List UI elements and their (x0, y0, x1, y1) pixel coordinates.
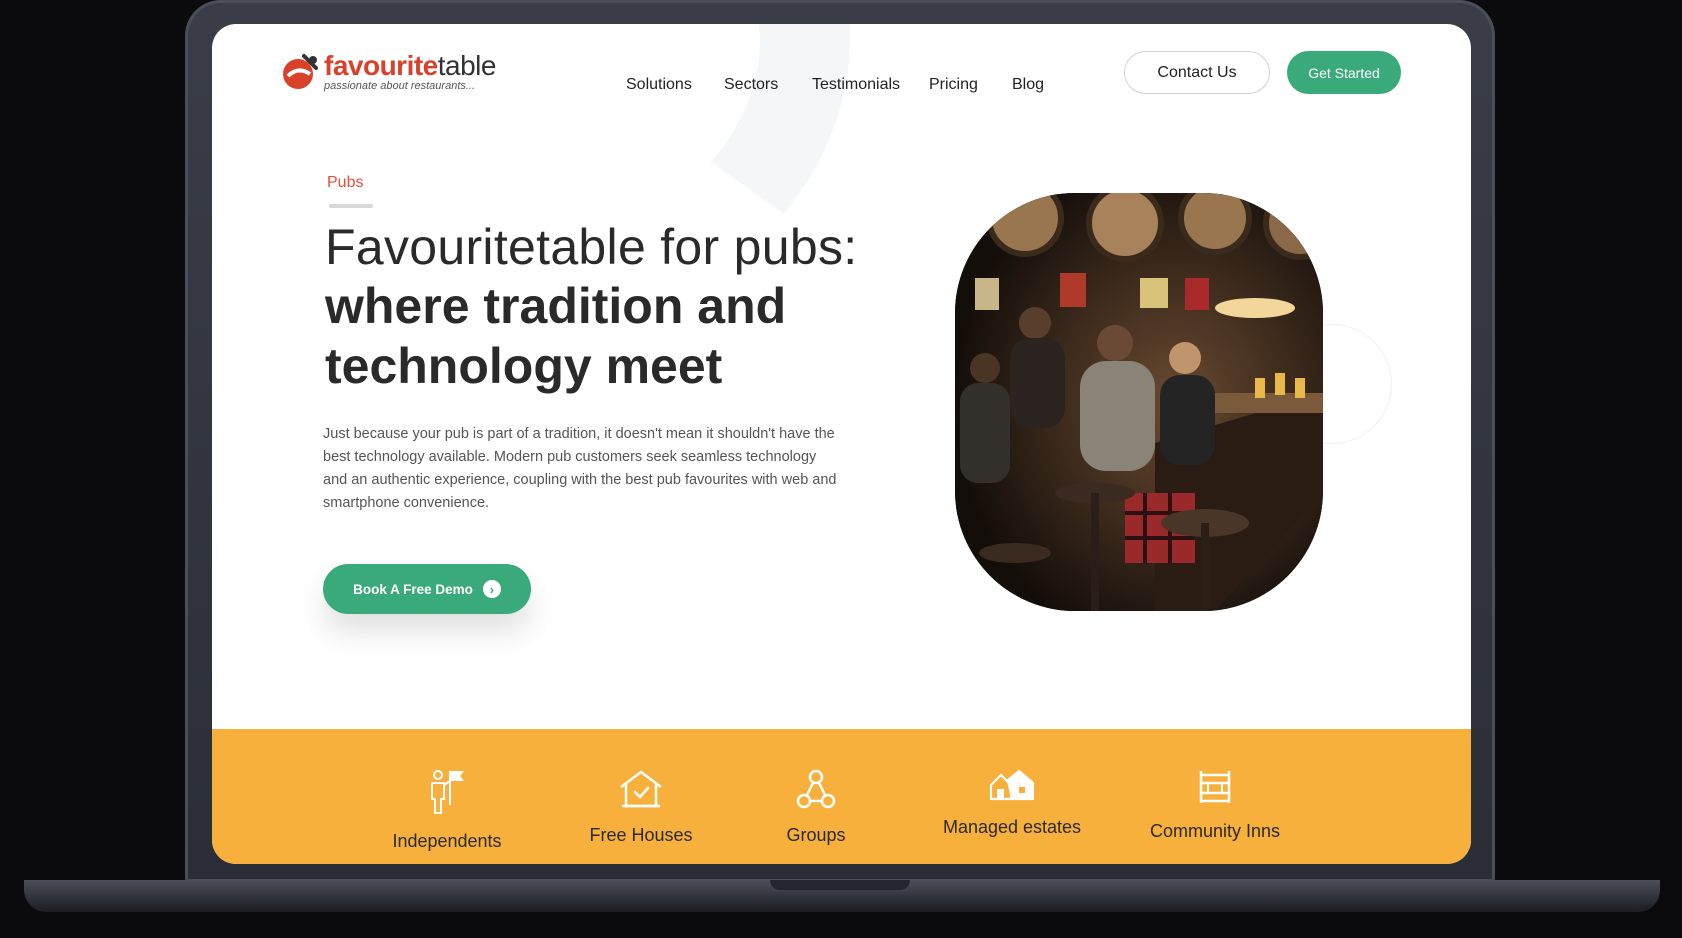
building-icon (1199, 771, 1231, 803)
site-header: favouritetable passionate about restaura… (212, 24, 1471, 124)
nav-pricing[interactable]: Pricing (929, 76, 978, 94)
hero-body-text: Just because your pub is part of a tradi… (323, 425, 837, 511)
get-started-button[interactable]: Get Started (1287, 51, 1401, 94)
sector-label-free-houses: Free Houses (589, 825, 693, 845)
sector-groups[interactable]: Groups (716, 729, 916, 846)
book-demo-label: Book A Free Demo (353, 581, 473, 597)
sector-free-houses[interactable]: Free Houses (541, 729, 741, 846)
hero-headline-bold: where tradition and technology meet (325, 278, 787, 394)
sector-label-community-inns: Community Inns (1149, 821, 1281, 841)
sector-managed-estates[interactable]: Managed estates (912, 729, 1112, 838)
logo-word-favourite: favourite (324, 50, 438, 81)
arrow-right-circle-icon: › (482, 580, 501, 598)
logo[interactable]: favouritetable passionate about restaura… (280, 52, 496, 92)
nav-blog[interactable]: Blog (1012, 76, 1044, 94)
browser-screen: favouritetable passionate about restaura… (212, 24, 1471, 864)
logo-icon (283, 54, 318, 89)
logo-tagline: passionate about restaurants... (324, 80, 476, 92)
nav-solutions[interactable]: Solutions (626, 76, 692, 94)
nav-testimonials[interactable]: Testimonials (812, 76, 900, 94)
sector-label-managed-estates: Managed estates (942, 817, 1082, 837)
person-flag-icon (431, 770, 464, 814)
logo-text: favouritetable passionate about restaura… (324, 52, 496, 92)
sectors-band: Independents Free Houses Groups Managed … (212, 729, 1471, 864)
book-demo-button[interactable]: Book A Free Demo › (323, 564, 531, 614)
pub-photo-illustration (955, 193, 1323, 611)
contact-us-button[interactable]: Contact Us (1124, 51, 1270, 94)
pub-interior-photo (955, 193, 1323, 611)
sector-label-groups: Groups (786, 825, 846, 845)
group-network-icon (796, 769, 836, 809)
nav-sectors[interactable]: Sectors (724, 76, 778, 94)
house-check-icon (620, 770, 662, 808)
hero-headline-light: Favouritetable for pubs: (325, 219, 858, 275)
section-kicker: Pubs (327, 174, 364, 191)
sector-label-independents: Independents (392, 831, 502, 851)
sector-independents[interactable]: Independents (347, 729, 547, 852)
logo-word-table: table (437, 50, 497, 81)
laptop-notch (770, 880, 910, 890)
houses-icon (989, 769, 1035, 801)
kicker-underline (329, 204, 373, 208)
sector-community-inns[interactable]: Community Inns (1115, 729, 1315, 842)
